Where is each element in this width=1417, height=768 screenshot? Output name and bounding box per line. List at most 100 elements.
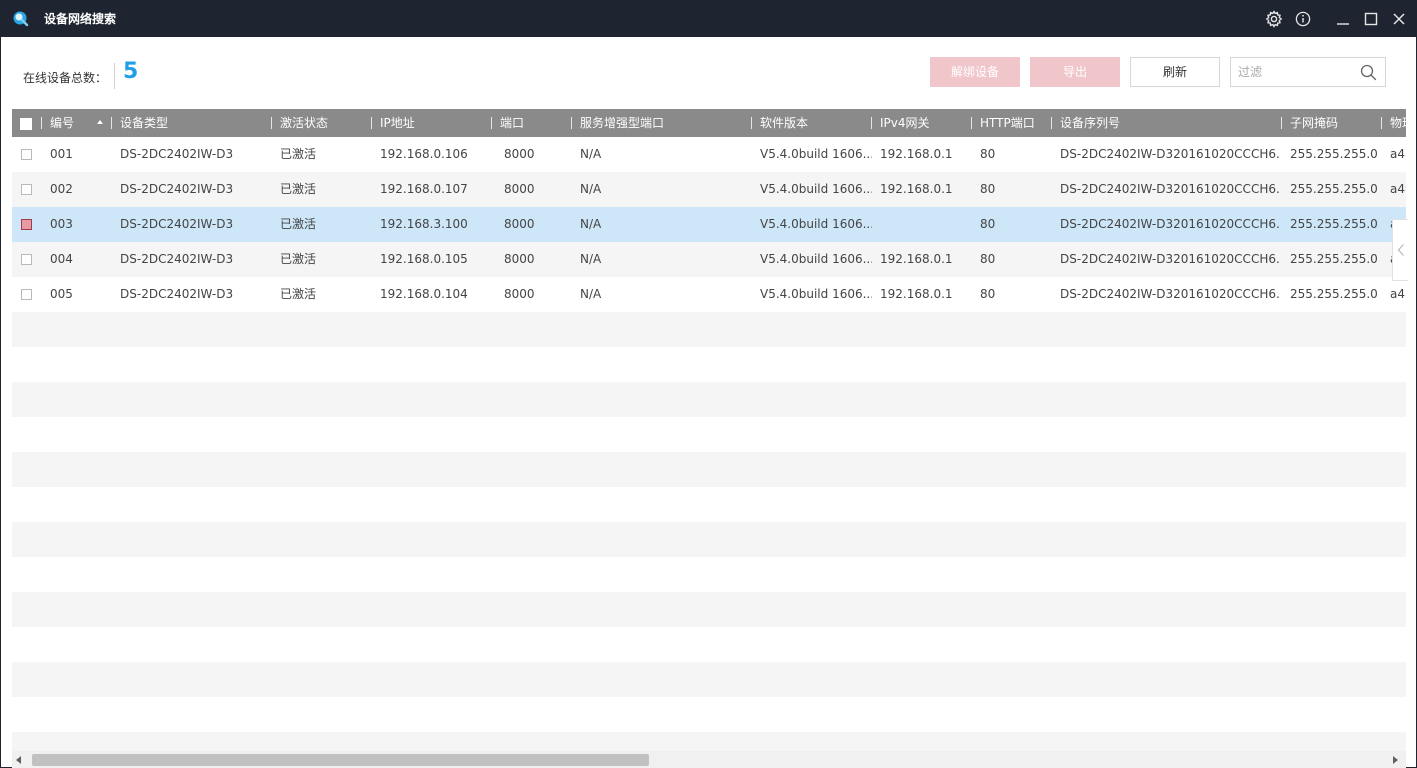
- table-header: 编号 设备类型 激活状态 IP地址 端口 服务增强型端口 软件版本 IPv4网关…: [12, 109, 1406, 137]
- toolbar: 在线设备总数： 5 解绑设备 导出 刷新: [1, 37, 1417, 109]
- header-separator: [271, 117, 272, 129]
- cell-http-port: 80: [980, 252, 996, 266]
- cell-http-port: 80: [980, 287, 996, 301]
- filter-input[interactable]: [1231, 58, 1355, 86]
- column-header-software-version[interactable]: 软件版本: [760, 109, 870, 137]
- info-icon: [1295, 11, 1311, 27]
- maximize-button[interactable]: [1361, 9, 1381, 29]
- table-row-empty: [12, 662, 1406, 697]
- cell-port: 8000: [504, 287, 535, 301]
- refresh-button[interactable]: 刷新: [1130, 57, 1220, 87]
- table-row-empty: [12, 557, 1406, 592]
- select-all-checkbox[interactable]: [20, 118, 32, 130]
- cell-physical-address: a4: [1390, 147, 1405, 161]
- search-icon[interactable]: [1360, 64, 1377, 81]
- column-header-physical-address[interactable]: 物理: [1390, 109, 1406, 137]
- side-panel-toggle[interactable]: [1392, 219, 1408, 281]
- settings-button[interactable]: [1264, 9, 1284, 29]
- minimize-button[interactable]: [1333, 9, 1353, 29]
- column-header-serial-number[interactable]: 设备序列号: [1060, 109, 1280, 137]
- table-row-empty: [12, 312, 1406, 347]
- table-row-empty: [12, 522, 1406, 557]
- cell-http-port: 80: [980, 147, 996, 161]
- column-header-device-type[interactable]: 设备类型: [120, 109, 270, 137]
- close-button[interactable]: [1389, 9, 1409, 29]
- table-row-empty: [12, 347, 1406, 382]
- cell-physical-address: a4: [1390, 182, 1405, 196]
- online-count-value: 5: [123, 59, 139, 84]
- column-header-port[interactable]: 端口: [500, 109, 570, 137]
- scrollbar-thumb[interactable]: [32, 754, 649, 766]
- cell-device-type: DS-2DC2402IW-D3: [120, 287, 234, 301]
- header-separator: [41, 117, 42, 129]
- cell-id: 003: [50, 217, 73, 231]
- cell-ip: 192.168.0.107: [380, 182, 468, 196]
- cell-status: 已激活: [280, 287, 317, 301]
- row-checkbox[interactable]: [21, 219, 32, 230]
- cell-software-version: V5.4.0build 1606...: [760, 147, 872, 161]
- cell-software-version: V5.4.0build 1606...: [760, 252, 872, 266]
- column-header-ipv4-gateway[interactable]: IPv4网关: [880, 109, 970, 137]
- table-row-empty: [12, 417, 1406, 452]
- cell-enhanced-port: N/A: [580, 147, 602, 161]
- export-button[interactable]: 导出: [1030, 57, 1120, 87]
- table-row[interactable]: 004 DS-2DC2402IW-D3 已激活 192.168.0.105 8000 N/…: [12, 242, 1406, 277]
- row-checkbox[interactable]: [21, 149, 32, 160]
- cell-id: 005: [50, 287, 73, 301]
- cell-http-port: 80: [980, 217, 996, 231]
- cell-subnet-mask: 255.255.255.0: [1290, 182, 1378, 196]
- cell-serial-number: DS-2DC2402IW-D320161020CCCH6...: [1060, 287, 1280, 301]
- unbind-device-button[interactable]: 解绑设备: [930, 57, 1020, 87]
- close-icon: [1393, 13, 1405, 25]
- table-row[interactable]: 002 DS-2DC2402IW-D3 已激活 192.168.0.107 8000 N/…: [12, 172, 1406, 207]
- header-separator: [571, 117, 572, 129]
- table-row[interactable]: 003 DS-2DC2402IW-D3 已激活 192.168.3.100 8000 N/…: [12, 207, 1406, 242]
- cell-id: 001: [50, 147, 73, 161]
- cell-ipv4-gateway: 192.168.0.1: [880, 182, 953, 196]
- column-header-enhanced-port[interactable]: 服务增强型端口: [580, 109, 750, 137]
- row-checkbox[interactable]: [21, 184, 32, 195]
- cell-subnet-mask: 255.255.255.0: [1290, 147, 1378, 161]
- sort-ascending-icon: [97, 120, 103, 124]
- cell-enhanced-port: N/A: [580, 252, 602, 266]
- cell-subnet-mask: 255.255.255.0: [1290, 287, 1378, 301]
- column-header-subnet-mask[interactable]: 子网掩码: [1290, 109, 1370, 137]
- maximize-icon: [1364, 12, 1378, 26]
- cell-port: 8000: [504, 147, 535, 161]
- horizontal-scrollbar[interactable]: [12, 751, 1406, 768]
- info-button[interactable]: [1293, 9, 1313, 29]
- cell-id: 002: [50, 182, 73, 196]
- row-checkbox[interactable]: [21, 254, 32, 265]
- cell-ipv4-gateway: 192.168.0.1: [880, 252, 953, 266]
- cell-status: 已激活: [280, 182, 317, 196]
- cell-serial-number: DS-2DC2402IW-D320161020CCCH6...: [1060, 252, 1280, 266]
- title-bar[interactable]: 设备网络搜索: [1, 1, 1417, 37]
- column-header-ip[interactable]: IP地址: [380, 109, 490, 137]
- header-separator: [1051, 117, 1052, 129]
- cell-port: 8000: [504, 252, 535, 266]
- column-header-id[interactable]: 编号: [50, 109, 100, 137]
- table-row-empty: [12, 382, 1406, 417]
- header-separator: [871, 117, 872, 129]
- column-header-status[interactable]: 激活状态: [280, 109, 370, 137]
- cell-serial-number: DS-2DC2402IW-D320161020CCCH6...: [1060, 182, 1280, 196]
- row-checkbox[interactable]: [21, 289, 32, 300]
- header-separator: [751, 117, 752, 129]
- scroll-left-arrow-icon[interactable]: [16, 756, 21, 764]
- table-row-empty: [12, 697, 1406, 732]
- cell-ip: 192.168.0.106: [380, 147, 468, 161]
- online-count-label: 在线设备总数：: [23, 71, 108, 85]
- cell-enhanced-port: N/A: [580, 217, 602, 231]
- cell-software-version: V5.4.0build 1606...: [760, 287, 872, 301]
- scroll-right-arrow-icon[interactable]: [1393, 756, 1398, 764]
- cell-serial-number: DS-2DC2402IW-D320161020CCCH6...: [1060, 147, 1280, 161]
- cell-ip: 192.168.0.105: [380, 252, 468, 266]
- cell-software-version: V5.4.0build 1606...: [760, 182, 872, 196]
- cell-device-type: DS-2DC2402IW-D3: [120, 147, 234, 161]
- table-row[interactable]: 005 DS-2DC2402IW-D3 已激活 192.168.0.104 8000 N/…: [12, 277, 1406, 312]
- table-row-empty: [12, 627, 1406, 662]
- device-search-window: 设备网络搜索 在线设备总数： 5 解绑设备 导出 刷新 过滤 编号 设备类型 激…: [0, 0, 1417, 768]
- table-row[interactable]: 001 DS-2DC2402IW-D3 已激活 192.168.0.106 8000 N/…: [12, 137, 1406, 172]
- column-header-http-port[interactable]: HTTP端口: [980, 109, 1050, 137]
- device-table: 编号 设备类型 激活状态 IP地址 端口 服务增强型端口 软件版本 IPv4网关…: [12, 109, 1406, 751]
